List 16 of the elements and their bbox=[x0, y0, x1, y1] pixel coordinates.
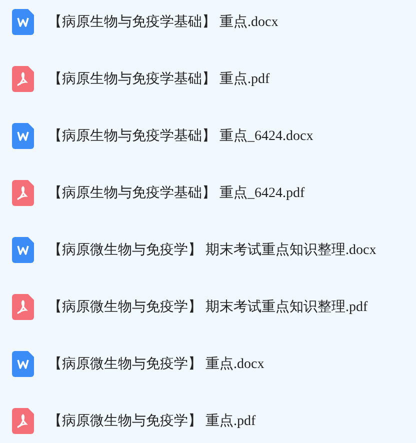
word-document-icon bbox=[12, 351, 34, 377]
word-document-icon bbox=[12, 9, 34, 35]
file-name[interactable]: 【病原生物与免疫学基础】 重点.pdf bbox=[48, 68, 270, 90]
pdf-document-icon bbox=[12, 294, 34, 320]
file-name[interactable]: 【病原生物与免疫学基础】 重点.docx bbox=[48, 12, 278, 32]
pdf-document-icon bbox=[12, 66, 34, 92]
pdf-document-icon bbox=[12, 408, 34, 434]
file-name[interactable]: 【病原微生物与免疫学】 期末考试重点知识整理.pdf bbox=[48, 296, 368, 318]
word-document-icon bbox=[12, 123, 34, 149]
pdf-document-icon bbox=[12, 180, 34, 206]
file-name[interactable]: 【病原微生物与免疫学】 重点.pdf bbox=[48, 410, 256, 432]
file-name[interactable]: 【病原生物与免疫学基础】 重点_6424.docx bbox=[48, 126, 314, 146]
word-document-icon bbox=[12, 237, 34, 263]
file-name[interactable]: 【病原微生物与免疫学】 期末考试重点知识整理.docx bbox=[48, 240, 376, 260]
file-name[interactable]: 【病原微生物与免疫学】 重点.docx bbox=[48, 354, 264, 374]
file-name[interactable]: 【病原生物与免疫学基础】 重点_6424.pdf bbox=[48, 182, 305, 204]
